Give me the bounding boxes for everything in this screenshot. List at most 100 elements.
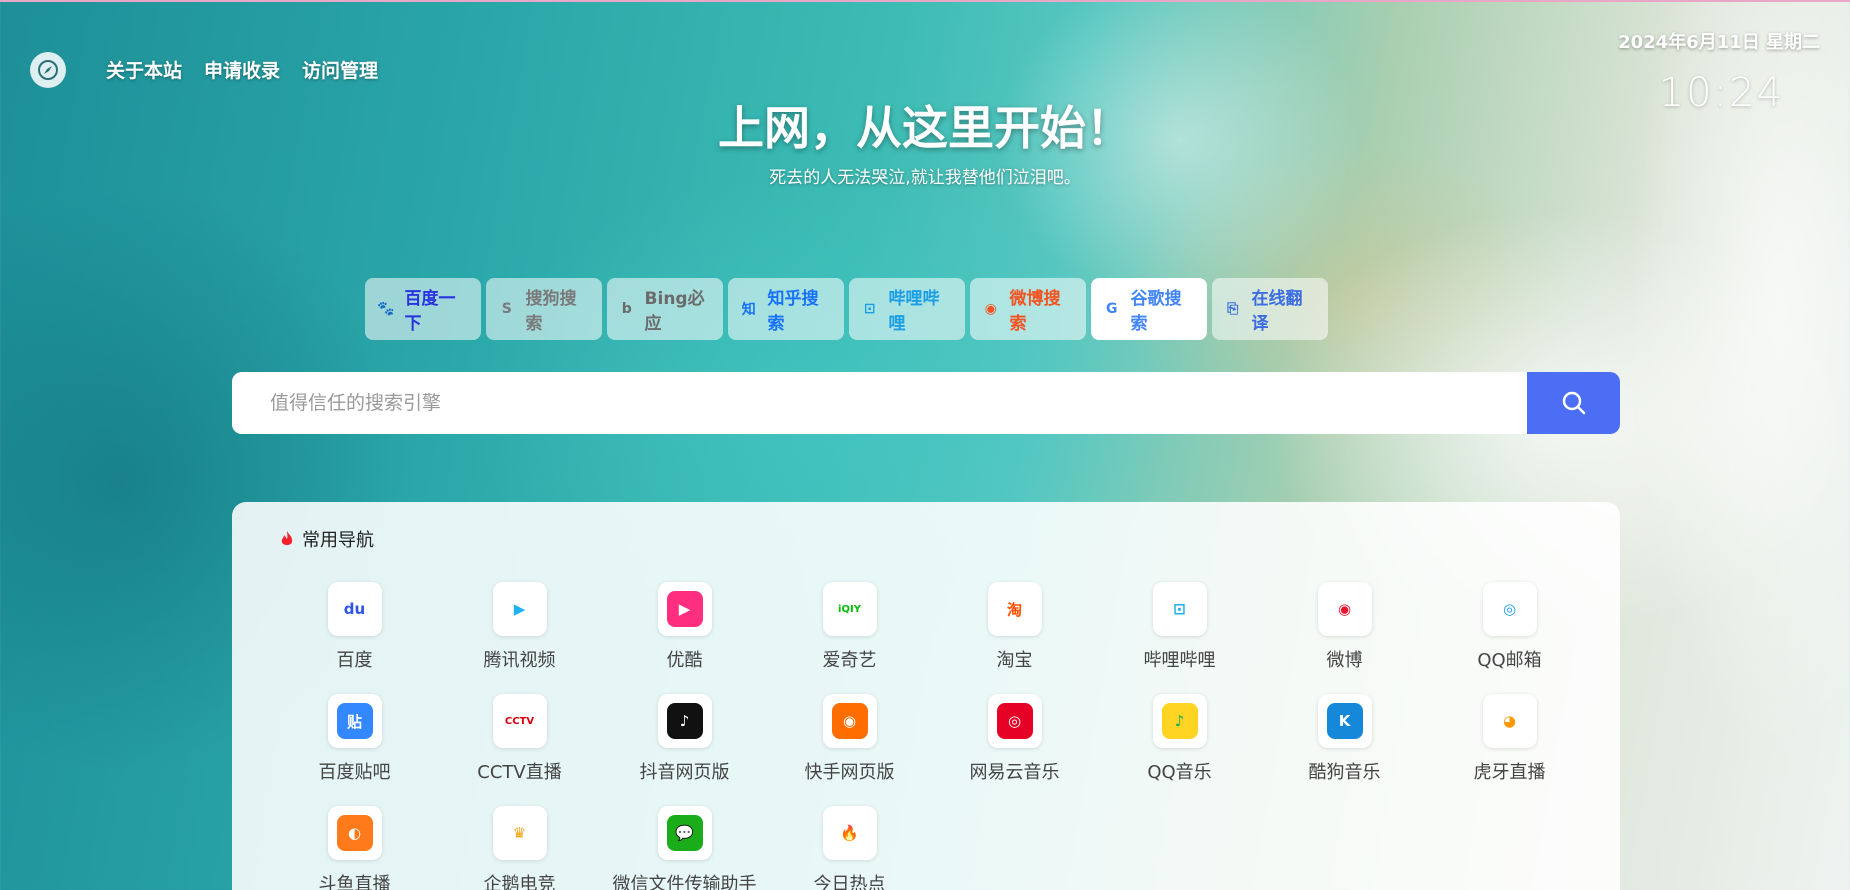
weibo-icon: ◉ <box>984 301 997 317</box>
site-icon-frame: du <box>327 582 382 636</box>
site-name: 百度贴吧 <box>318 762 391 783</box>
youku-icon: ▶ <box>666 591 703 627</box>
site-icon-frame: 贴 <box>327 694 382 748</box>
cctv-icon: CCTV <box>501 703 538 739</box>
nav-about[interactable]: 关于本站 <box>106 56 182 83</box>
site-icon-frame: ◕ <box>1482 694 1537 748</box>
site-name: 百度 <box>336 650 373 671</box>
site-icon-frame: ▶ <box>492 582 547 636</box>
site-link-douyu[interactable]: ◐ 斗鱼直播 <box>272 806 437 890</box>
search-button[interactable] <box>1527 372 1620 434</box>
site-name: 腾讯视频 <box>483 650 556 671</box>
site-name: 今日热点 <box>813 874 886 890</box>
site-link-tencent-video[interactable]: ▶ 腾讯视频 <box>437 582 602 672</box>
engine-tab-sogou[interactable]: S 搜狗搜索 <box>486 278 602 340</box>
site-icon-frame: CCTV <box>492 694 547 748</box>
site-link-bilibili-tv[interactable]: ⊡ 哔哩哔哩 <box>1097 582 1262 672</box>
panel-header: 常用导航 <box>280 526 374 552</box>
engine-tab-bilibili[interactable]: ⊡ 哔哩哔哩 <box>849 278 965 340</box>
taobao-icon: 淘 <box>996 591 1033 627</box>
engine-tab-label: 搜狗搜索 <box>525 289 577 334</box>
site-name: 爱奇艺 <box>822 650 877 671</box>
site-name: QQ音乐 <box>1147 762 1212 783</box>
site-name: 快手网页版 <box>804 762 895 783</box>
sogou-icon: S <box>501 301 512 317</box>
qqmusic-icon: ♪ <box>1161 703 1198 739</box>
site-name: 微信文件传输助手 <box>612 874 757 890</box>
engine-tab-bing[interactable]: b Bing必应 <box>607 278 723 340</box>
site-icon-frame: 淘 <box>987 582 1042 636</box>
engine-tab-label: Bing必应 <box>644 289 705 334</box>
nav-access-management[interactable]: 访问管理 <box>302 56 378 83</box>
site-name: 企鹅电竞 <box>483 874 556 890</box>
site-name: 斗鱼直播 <box>318 874 391 890</box>
engine-tab-label: 哔哩哔哩 <box>888 289 940 334</box>
bilibili-tv-icon: ⊡ <box>1161 591 1198 627</box>
site-link-douyin[interactable]: ♪ 抖音网页版 <box>602 694 767 784</box>
translate-icon: ⎘ <box>1227 301 1239 317</box>
search-input[interactable] <box>232 372 1527 434</box>
engine-tab-label: 谷歌搜索 <box>1130 289 1182 334</box>
engine-tab-translate[interactable]: ⎘ 在线翻译 <box>1212 278 1328 340</box>
site-link-huya[interactable]: ◕ 虎牙直播 <box>1427 694 1592 784</box>
site-link-wechat[interactable]: 💬 微信文件传输助手 <box>602 806 767 890</box>
site-icon-frame: 💬 <box>657 806 712 860</box>
site-link-netease-music[interactable]: ◎ 网易云音乐 <box>932 694 1097 784</box>
engine-tab-label: 知乎搜索 <box>767 289 819 334</box>
site-name: 微博 <box>1326 650 1363 671</box>
top-accent-line <box>0 0 1850 2</box>
huya-icon: ◕ <box>1491 703 1528 739</box>
hero-subtitle: 死去的人无法哭泣,就让我替他们泣泪吧。 <box>769 168 1081 188</box>
site-icon-frame: K <box>1317 694 1372 748</box>
nav-apply-listing[interactable]: 申请收录 <box>204 56 280 83</box>
site-icon-frame: ◐ <box>327 806 382 860</box>
site-icon-frame: ♪ <box>657 694 712 748</box>
site-link-baidu[interactable]: du 百度 <box>272 582 437 672</box>
flame-icon <box>281 531 293 545</box>
site-name: 优酷 <box>666 650 703 671</box>
site-link-youku[interactable]: ▶ 优酷 <box>602 582 767 672</box>
search-bar <box>232 372 1620 434</box>
site-icon-frame: ◎ <box>1482 582 1537 636</box>
site-icon-frame: ♛ <box>492 806 547 860</box>
engine-tab-label: 百度一下 <box>404 289 456 334</box>
qqmail-icon: ◎ <box>1491 591 1528 627</box>
tencent-video-icon: ▶ <box>501 591 538 627</box>
engine-tab-weibo[interactable]: ◉ 微博搜索 <box>970 278 1086 340</box>
site-link-penguin-esports[interactable]: ♛ 企鹅电竞 <box>437 806 602 890</box>
penguin-esports-icon: ♛ <box>501 815 538 851</box>
engine-tab-label: 在线翻译 <box>1251 289 1303 334</box>
site-link-taobao[interactable]: 淘淘宝 <box>932 582 1097 672</box>
wechat-icon: 💬 <box>666 815 703 851</box>
zhihu-icon: 知 <box>741 302 756 318</box>
douyin-icon: ♪ <box>666 703 703 739</box>
site-link-qqmail[interactable]: ◎ QQ邮箱 <box>1427 582 1592 672</box>
site-logo-compass-icon[interactable] <box>30 52 66 88</box>
engine-tab-label: 微博搜索 <box>1009 289 1061 334</box>
site-link-weibo-logo[interactable]: ◉ 微博 <box>1262 582 1427 672</box>
site-link-kuaishou[interactable]: ◉ 快手网页版 <box>767 694 932 784</box>
engine-tab-google[interactable]: G 谷歌搜索 <box>1091 278 1207 340</box>
site-link-cctv[interactable]: CCTV CCTV直播 <box>437 694 602 784</box>
site-name: 酷狗音乐 <box>1308 762 1381 783</box>
current-date: 2024年6月11日 星期二 <box>1618 32 1820 53</box>
common-nav-panel: 常用导航 du 百度 ▶ 腾讯视频 ▶ 优酷 iQIY 爱奇艺 淘淘宝 ⊡ 哔哩哔哩 ◉ 微博 ◎ QQ邮箱… <box>232 502 1620 890</box>
site-icon-frame: iQIY <box>822 582 877 636</box>
search-engine-tabs: 🐾 百度一下 S 搜狗搜索 b Bing必应知知乎搜索 ⊡ 哔哩哔哩 ◉ 微博搜索 G 谷歌搜索 ⎘ 在线… <box>365 278 1328 340</box>
google-icon: G <box>1106 301 1118 317</box>
site-icon-frame: 🔥 <box>822 806 877 860</box>
weibo-logo-icon: ◉ <box>1326 591 1363 627</box>
kuaishou-icon: ◉ <box>831 703 868 739</box>
hero-title: 上网，从这里开始！ <box>718 101 1132 155</box>
site-link-tieba[interactable]: 贴百度贴吧 <box>272 694 437 784</box>
site-icon-frame: ▶ <box>657 582 712 636</box>
site-link-qqmusic[interactable]: ♪ QQ音乐 <box>1097 694 1262 784</box>
site-icon-frame: ◉ <box>1317 582 1372 636</box>
engine-tab-zhihu[interactable]: 知知乎搜索 <box>728 278 844 340</box>
engine-tab-baidu-paw[interactable]: 🐾 百度一下 <box>365 278 481 340</box>
site-link-kugou[interactable]: K 酷狗音乐 <box>1262 694 1427 784</box>
site-link-iqiyi[interactable]: iQIY 爱奇艺 <box>767 582 932 672</box>
site-link-hot-flame[interactable]: 🔥 今日热点 <box>767 806 932 890</box>
site-name: 淘宝 <box>996 650 1033 671</box>
bilibili-icon: ⊡ <box>863 301 876 317</box>
